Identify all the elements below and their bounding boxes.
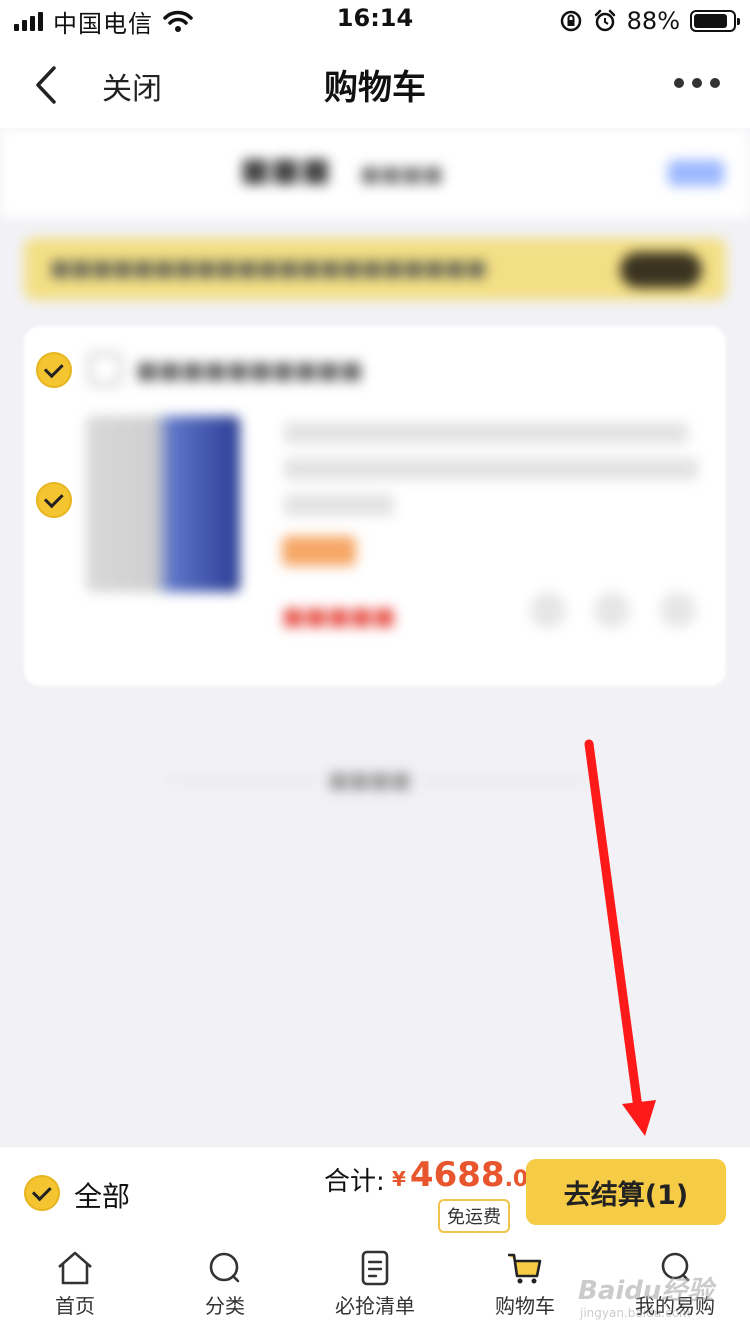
blurred-store-name: ■■■■■■■■■■ (136, 356, 363, 384)
blurred-product-title-line (284, 422, 688, 444)
blurred-quantity (594, 592, 630, 628)
total-integer: 4688 (409, 1155, 505, 1195)
blurred-notice-button (620, 252, 702, 288)
blurred-notice-text: ■■■■■■■■■■■■■■■■■■■■■ (50, 256, 487, 281)
blurred-subtitle: ■■■■ (360, 162, 444, 187)
tab-label: 必抢清单 (335, 1294, 415, 1318)
store-checkbox[interactable] (36, 352, 72, 388)
status-bar: 中国电信 16:14 88% (0, 0, 750, 42)
alarm-icon (594, 9, 615, 32)
blurred-product-spec-line (284, 494, 394, 516)
baidu-watermark: Baidu经验 (578, 1276, 714, 1306)
blurred-title: ■■■ (240, 150, 331, 188)
status-right: 88% (559, 6, 740, 36)
cart-content-blurred: ■■■ ■■■■ ■■■■■■■■■■■■■■■■■■■■■ ■■■■■■■■■… (0, 128, 750, 1146)
baidu-watermark-url: jingyan.baidu.com (580, 1306, 691, 1320)
select-all-label[interactable]: 全部 (74, 1175, 130, 1215)
blurred-product-title-line (284, 458, 698, 480)
battery-icon (690, 10, 740, 32)
item-checkbox[interactable] (36, 482, 72, 518)
select-all-checkbox[interactable] (24, 1175, 60, 1211)
home-icon (58, 1251, 92, 1285)
blurred-product-price: ■■■■■ (282, 602, 396, 630)
list-icon (361, 1250, 389, 1286)
free-shipping-badge: 免运费 (438, 1199, 510, 1233)
nav-bar: 关闭 购物车 (0, 42, 750, 128)
battery-percent: 88% (626, 7, 680, 35)
checkout-button[interactable]: 去结算(1) (526, 1159, 726, 1225)
blurred-promo-tag (282, 536, 356, 566)
blurred-minus-button (530, 592, 566, 628)
total-label: 合计: (324, 1167, 385, 1197)
orientation-lock-icon (560, 10, 581, 32)
checkout-bar: 全部 合计: ¥ 4688 .00 免运费 去结算(1) (0, 1146, 750, 1240)
total-amount: ¥ 4688 .00 (392, 1155, 544, 1195)
more-icon[interactable] (674, 78, 720, 88)
tab-home[interactable]: 首页 (0, 1250, 150, 1334)
tab-label: 分类 (205, 1294, 245, 1318)
currency-symbol: ¥ (392, 1167, 406, 1191)
tab-label: 首页 (55, 1294, 95, 1318)
tab-category[interactable]: 分类 (150, 1250, 300, 1334)
blurred-end-text: ■■■■ (318, 768, 422, 793)
blurred-store-icon (88, 352, 122, 386)
blurred-plus-button (660, 592, 696, 628)
tab-must-buy-list[interactable]: 必抢清单 (300, 1250, 450, 1334)
search-icon (209, 1252, 240, 1283)
blurred-product-image (86, 416, 240, 592)
battery-level (694, 14, 728, 28)
page-title: 购物车 (324, 68, 426, 108)
blurred-edit-button (668, 160, 724, 186)
cart-icon (508, 1253, 542, 1284)
